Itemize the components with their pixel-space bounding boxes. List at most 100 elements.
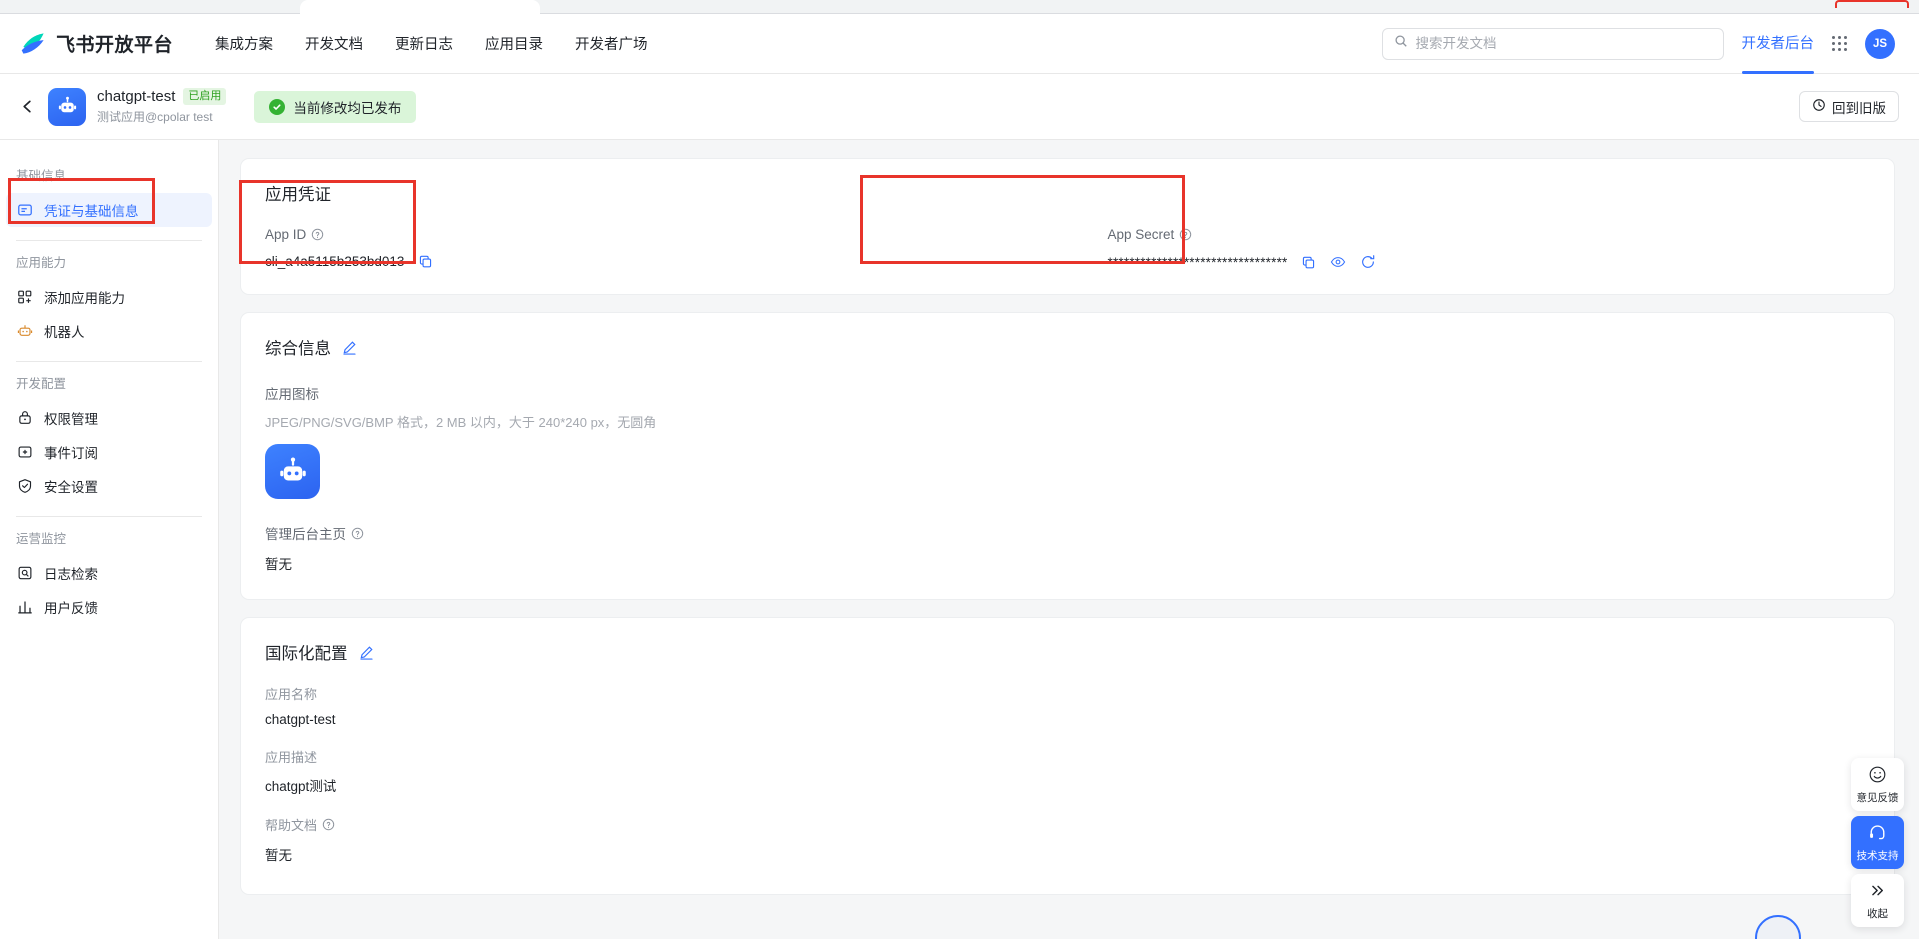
- info-card-title: 综合信息: [265, 340, 331, 358]
- sidebar-item-event-subscribe[interactable]: 事件订阅: [6, 435, 212, 469]
- app-id-label: App ID: [265, 227, 307, 242]
- question-circle-icon[interactable]: [322, 818, 335, 831]
- nav-link-developer-square[interactable]: 开发者广场: [575, 33, 648, 54]
- sidebar-divider-3: [16, 516, 202, 517]
- floating-action-button-partial[interactable]: [1755, 915, 1801, 939]
- i18n-card-title: 国际化配置: [265, 645, 348, 663]
- publish-status-text: 当前修改均已发布: [293, 100, 402, 116]
- nav-links: 集成方案 开发文档 更新日志 应用目录 开发者广场: [215, 33, 648, 54]
- status-badge: 已启用: [183, 88, 227, 105]
- admin-home-label-row: 管理后台主页: [265, 523, 1870, 543]
- sidebar-item-add-capability[interactable]: 添加应用能力: [6, 280, 212, 314]
- credential-card-icon: [16, 202, 33, 219]
- log-search-icon: [16, 565, 33, 582]
- admin-home-label: 管理后台主页: [265, 527, 346, 542]
- body-wrapper: 基础信息 凭证与基础信息 应用能力 添加应用能力 机器人 开发配置 权限管理 事…: [0, 140, 1919, 939]
- sidebar-item-label: 添加应用能力: [44, 291, 125, 306]
- app-name-value: chatgpt-test: [265, 712, 336, 727]
- developer-console-link[interactable]: 开发者后台: [1741, 32, 1814, 74]
- app-icon-preview[interactable]: [265, 444, 320, 499]
- app-description-value: chatgpt测试: [265, 779, 337, 794]
- back-to-old-version-label: 回到旧版: [1832, 100, 1886, 116]
- brand-name: 飞书开放平台: [56, 35, 174, 56]
- floating-support-panel: 意见反馈 技术支持 收起: [1851, 758, 1904, 927]
- app-icon-hint: JPEG/PNG/SVG/BMP 格式，2 MB 以内，大于 240*240 p…: [265, 415, 657, 430]
- sidebar-item-robot[interactable]: 机器人: [6, 314, 212, 348]
- copy-icon[interactable]: [418, 254, 433, 269]
- nav-right-group: 开发者后台 JS: [1381, 27, 1895, 74]
- app-secret-value-row: *********************************: [1108, 254, 1871, 270]
- help-doc-label: 帮助文档: [265, 818, 318, 833]
- headset-icon: [1868, 823, 1887, 847]
- nav-link-docs[interactable]: 开发文档: [305, 33, 363, 54]
- app-id-value: cli_a4a5115b253bd013: [265, 254, 405, 269]
- event-subscribe-icon: [16, 444, 33, 461]
- pencil-edit-icon[interactable]: [359, 645, 374, 660]
- sidebar-item-security[interactable]: 安全设置: [6, 469, 212, 503]
- robot-icon: [16, 323, 33, 340]
- grid-apps-icon[interactable]: [1832, 36, 1847, 51]
- help-doc-value: 暂无: [265, 848, 292, 863]
- sidebar-group-title-monitoring: 运营监控: [16, 532, 67, 546]
- app-name-label: 应用名称: [265, 687, 318, 702]
- search-input[interactable]: [1415, 36, 1712, 51]
- question-circle-icon[interactable]: [1179, 228, 1192, 241]
- shield-check-icon: [16, 478, 33, 495]
- sidebar-group-title-devconfig: 开发配置: [16, 377, 67, 391]
- app-description-label: 应用描述: [265, 750, 318, 765]
- i18n-config-card: 国际化配置 应用名称 chatgpt-test 应用描述 chatgpt测试 帮…: [240, 617, 1895, 895]
- app-secret-field: App Secret *****************************…: [1068, 227, 1871, 270]
- refresh-icon[interactable]: [1360, 254, 1376, 270]
- credential-card-title: 应用凭证: [265, 186, 331, 204]
- search-box[interactable]: [1381, 27, 1724, 60]
- feedback-label: 意见反馈: [1856, 792, 1899, 804]
- search-icon: [1394, 34, 1408, 53]
- nav-link-app-directory[interactable]: 应用目录: [485, 33, 543, 54]
- copy-icon[interactable]: [1301, 255, 1316, 270]
- chevron-left-icon[interactable]: [14, 94, 40, 120]
- app-icon-label: 应用图标: [265, 387, 319, 402]
- sidebar-item-label: 权限管理: [44, 412, 98, 427]
- back-to-old-version-button[interactable]: 回到旧版: [1799, 91, 1899, 122]
- question-circle-icon[interactable]: [311, 228, 324, 241]
- annotation-box-browser: [1835, 0, 1909, 8]
- sidebar-item-label: 用户反馈: [44, 601, 98, 616]
- sidebar-item-credential[interactable]: 凭证与基础信息: [6, 193, 212, 227]
- browser-chrome-sliver: [0, 0, 1919, 14]
- browser-tab[interactable]: [300, 0, 540, 14]
- sidebar-item-permissions[interactable]: 权限管理: [6, 401, 212, 435]
- smiley-face-icon: [1868, 765, 1887, 789]
- comprehensive-info-card: 综合信息 应用图标 JPEG/PNG/SVG/BMP 格式，2 MB 以内，大于…: [240, 312, 1895, 600]
- app-meta: chatgpt-test 已启用 测试应用@cpolar test: [97, 88, 227, 125]
- app-subtitle: 测试应用@cpolar test: [97, 110, 213, 124]
- sidebar-item-user-feedback[interactable]: 用户反馈: [6, 590, 212, 624]
- feishu-logo-icon: [20, 30, 47, 57]
- sidebar-item-log-search[interactable]: 日志检索: [6, 556, 212, 590]
- tech-support-label: 技术支持: [1856, 850, 1899, 862]
- question-circle-icon[interactable]: [351, 527, 364, 540]
- pencil-edit-icon[interactable]: [342, 340, 357, 355]
- app-secret-label-row: App Secret: [1108, 227, 1871, 242]
- nav-link-changelog[interactable]: 更新日志: [395, 33, 453, 54]
- publish-status-banner: 当前修改均已发布: [254, 90, 417, 123]
- bar-chart-icon: [16, 599, 33, 616]
- eye-icon[interactable]: [1330, 254, 1346, 270]
- app-header-bar: chatgpt-test 已启用 测试应用@cpolar test 当前修改均已…: [0, 74, 1919, 140]
- double-chevron-right-icon: [1868, 881, 1887, 905]
- robot-avatar-icon: [48, 87, 86, 126]
- sidebar: 基础信息 凭证与基础信息 应用能力 添加应用能力 机器人 开发配置 权限管理 事…: [0, 140, 219, 939]
- app-id-label-row: App ID: [265, 227, 1068, 242]
- app-secret-label: App Secret: [1107, 227, 1175, 242]
- avatar[interactable]: JS: [1865, 28, 1895, 59]
- lock-icon: [16, 410, 33, 427]
- collapse-button[interactable]: 收起: [1851, 874, 1904, 927]
- nav-link-solutions[interactable]: 集成方案: [215, 33, 273, 54]
- brand-logo-group[interactable]: 飞书开放平台: [20, 30, 173, 57]
- sidebar-divider-1: [16, 240, 202, 241]
- collapse-label: 收起: [1867, 908, 1888, 920]
- admin-home-value: 暂无: [265, 557, 292, 572]
- page-title: chatgpt-test: [97, 88, 176, 105]
- sidebar-divider-2: [16, 361, 202, 362]
- feedback-button[interactable]: 意见反馈: [1851, 758, 1904, 811]
- tech-support-button[interactable]: 技术支持: [1851, 816, 1904, 869]
